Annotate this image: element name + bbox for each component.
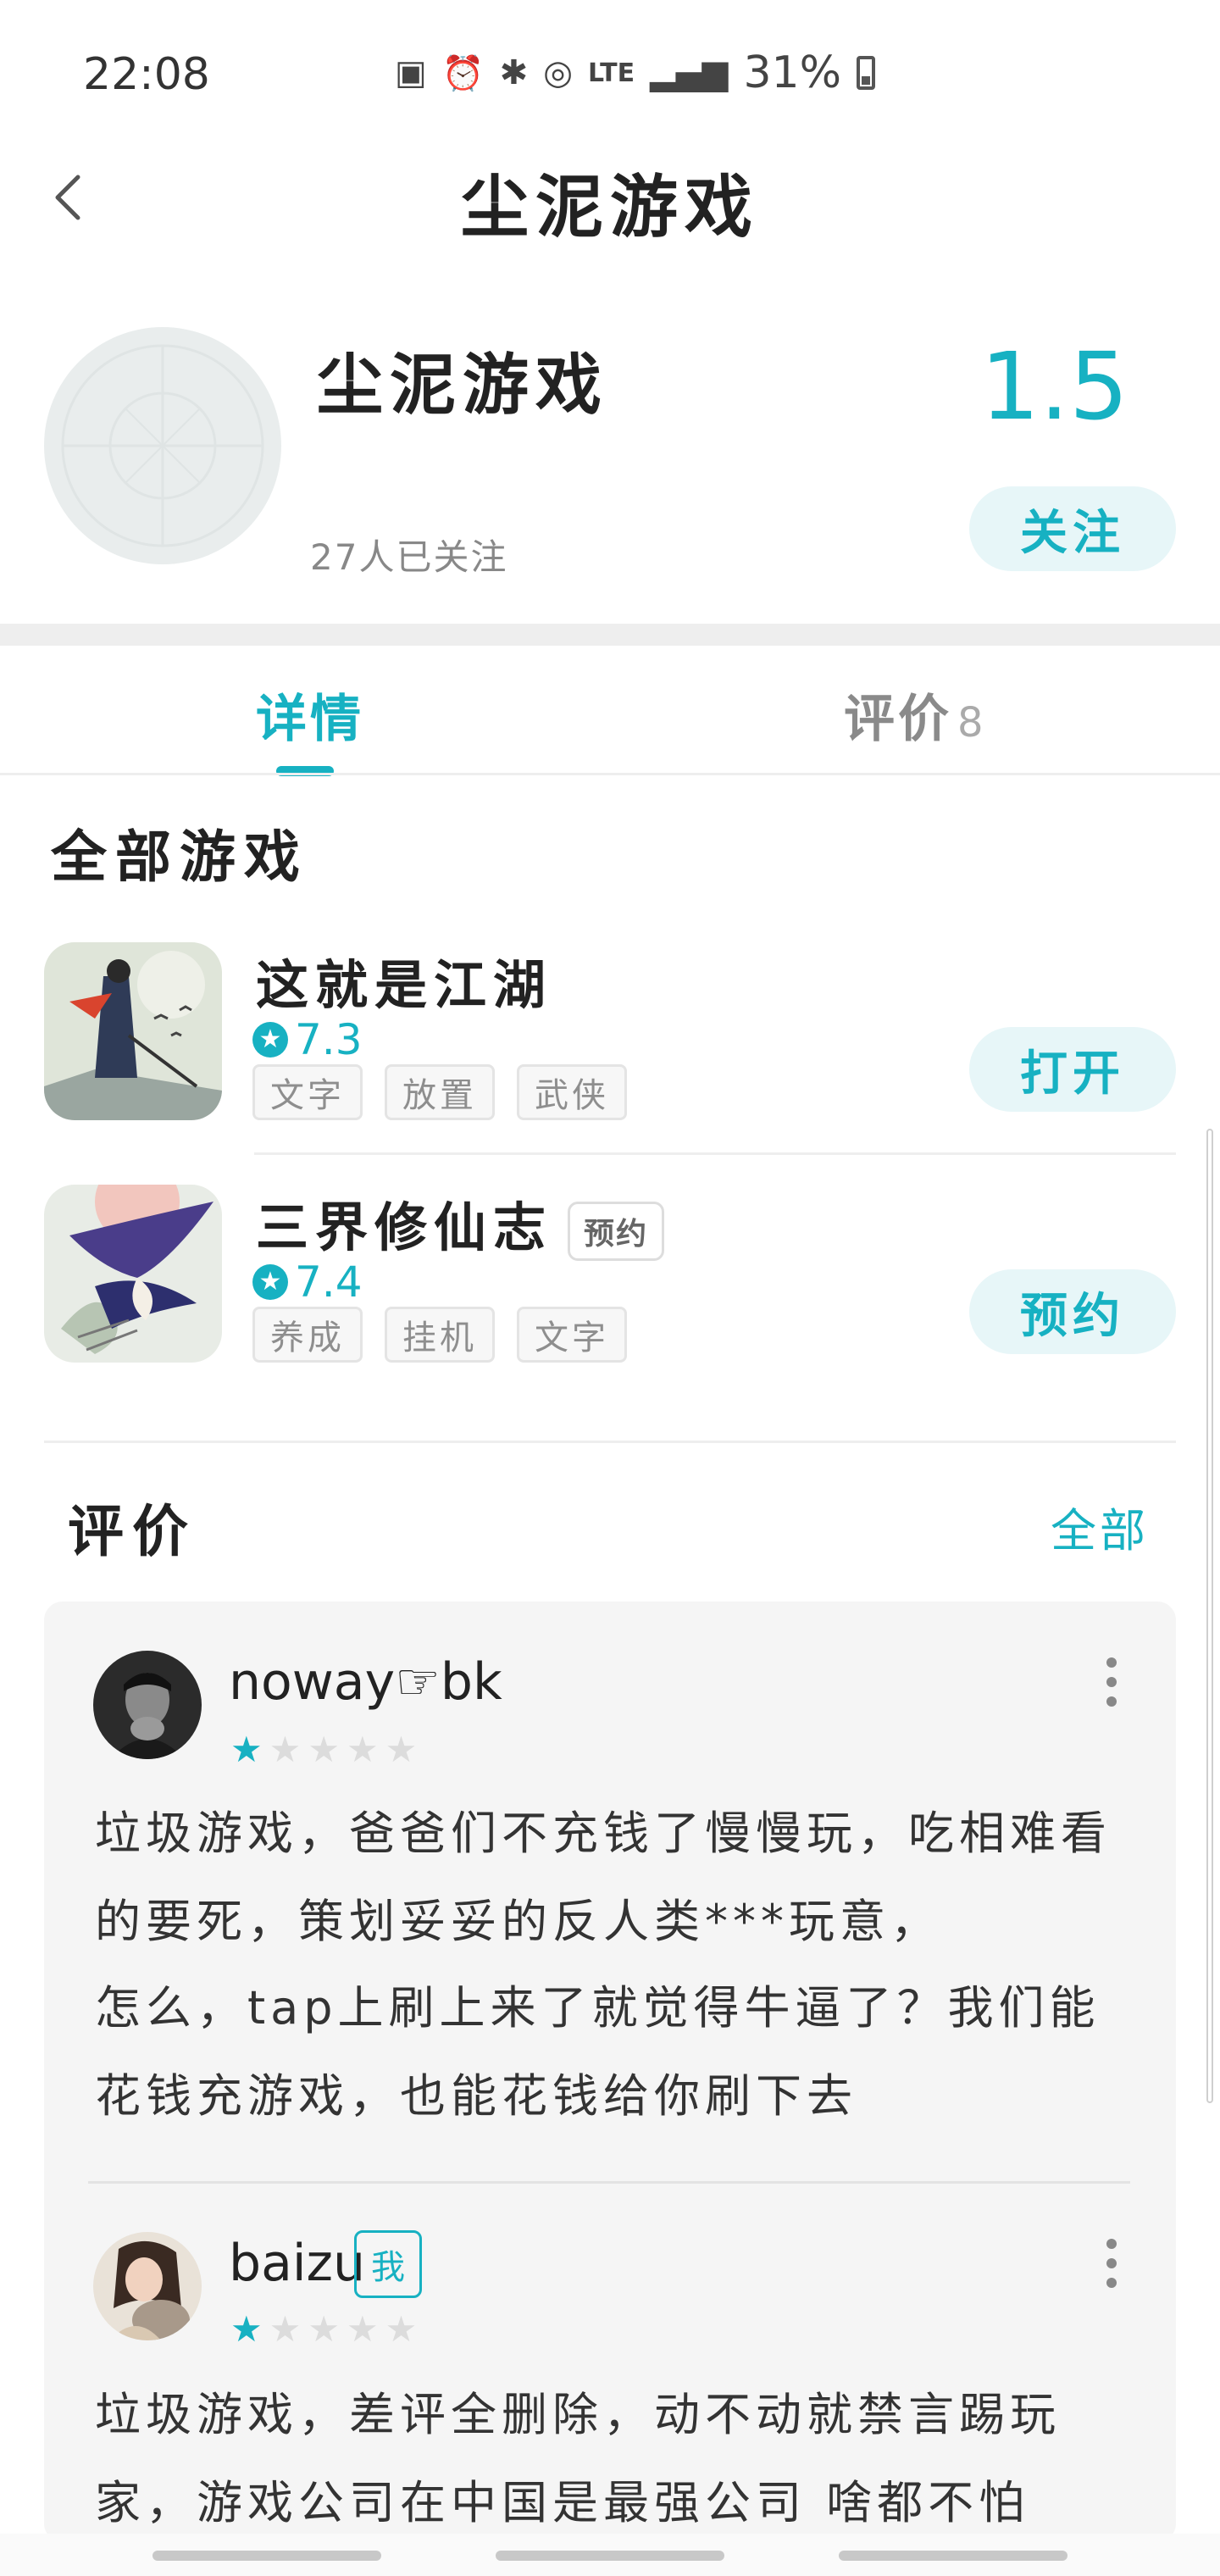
dot-icon <box>1106 1696 1117 1707</box>
game-rating-value: 7.4 <box>295 1257 363 1307</box>
star-icon: ★ <box>230 2308 263 2350</box>
notification-icon: ▣ <box>395 53 427 92</box>
publisher-avatar <box>44 327 281 564</box>
nav-recents-button[interactable] <box>152 2551 381 2561</box>
dot-icon <box>1106 2239 1117 2249</box>
game-icon-jianghu[interactable] <box>44 942 222 1120</box>
all-games-title: 全部游戏 <box>51 824 308 890</box>
star-icon: ★ <box>269 1729 302 1770</box>
reviews-title: 评价 <box>68 1499 197 1564</box>
tab-detail[interactable]: 详情 <box>256 678 364 752</box>
publisher-score: 1.5 <box>980 332 1128 441</box>
nav-back-button[interactable] <box>839 2551 1068 2561</box>
review-stars: ★ ★ ★ ★ ★ <box>230 2308 417 2350</box>
game-icon-sanjie[interactable] <box>44 1185 222 1363</box>
alarm-icon: ⏰ <box>441 53 485 93</box>
game-tag[interactable]: 文字 <box>517 1307 627 1363</box>
hotspot-icon: ◎ <box>543 53 574 92</box>
game-tags-sanjie: 养成 挂机 文字 <box>252 1307 627 1363</box>
tab-reviews-count: 8 <box>957 699 987 747</box>
review-text: 怎么，tap上刷上来了就觉得牛逼了？我们能花钱充游戏，也能花钱给你刷下去 <box>95 1981 1101 2123</box>
signal-icon: ▂▄▆ <box>650 53 729 92</box>
star-icon: ★ <box>308 2308 340 2350</box>
network-type: LTE <box>588 58 635 88</box>
status-icons: ▣ ⏰ ✱ ◎ LTE ▂▄▆ 31% <box>395 47 876 98</box>
star-circle-icon: ★ <box>252 1022 288 1058</box>
page-title: 尘泥游戏 <box>461 168 759 247</box>
star-icon: ★ <box>385 1729 418 1770</box>
tabs-divider <box>0 773 1220 775</box>
more-options-button[interactable] <box>1095 1652 1128 1712</box>
star-icon: ★ <box>269 2308 302 2350</box>
preorder-game-button[interactable]: 预约 <box>969 1269 1176 1354</box>
review-stars: ★ ★ ★ ★ ★ <box>230 1729 417 1770</box>
game-row-divider <box>254 1152 1176 1155</box>
dot-icon <box>1106 1677 1117 1687</box>
bluetooth-icon: ✱ <box>499 53 529 92</box>
game-rating-sanjie: ★ 7.4 <box>252 1257 363 1307</box>
preorder-badge: 预约 <box>568 1201 665 1261</box>
status-bar: 22:08 ▣ ⏰ ✱ ◎ LTE ▂▄▆ 31% <box>0 0 1220 144</box>
section-separator <box>44 1441 1176 1443</box>
battery-percent: 31% <box>743 47 842 98</box>
publisher-followers: 27人已关注 <box>310 536 508 578</box>
game-tags-jianghu: 文字 放置 武侠 <box>252 1064 627 1120</box>
avatar[interactable] <box>93 1651 202 1759</box>
review-username[interactable]: noway☞bk <box>229 1652 502 1712</box>
star-icon: ★ <box>346 2308 379 2350</box>
game-title-sanjie[interactable]: 三界修仙志 预约 <box>256 1185 665 1261</box>
dot-icon <box>1106 2258 1117 2268</box>
star-icon: ★ <box>308 1729 340 1770</box>
tab-reviews[interactable]: 评价 8 <box>844 678 987 752</box>
section-divider <box>0 624 1220 646</box>
status-time: 22:08 <box>83 49 210 100</box>
nav-home-button[interactable] <box>496 2551 724 2561</box>
follow-button[interactable]: 关注 <box>969 486 1176 571</box>
game-rating-jianghu: ★ 7.3 <box>252 1015 363 1064</box>
game-title-jianghu[interactable]: 这就是江湖 <box>256 942 552 1019</box>
star-icon: ★ <box>346 1729 379 1770</box>
system-nav-bar <box>0 2534 1220 2576</box>
star-circle-icon: ★ <box>252 1264 288 1300</box>
reviews-all-link[interactable]: 全部 <box>1051 1493 1149 1560</box>
review-username[interactable]: baizu <box>229 2234 365 2293</box>
game-rating-value: 7.3 <box>295 1015 363 1064</box>
game-tag[interactable]: 养成 <box>252 1307 363 1363</box>
publisher-name: 尘泥游戏 <box>317 347 609 424</box>
me-badge: 我 <box>354 2230 422 2298</box>
game-tag[interactable]: 放置 <box>385 1064 495 1120</box>
game-title-sanjie-text: 三界修仙志 <box>256 1196 553 1258</box>
avatar[interactable] <box>93 2232 202 2340</box>
review-text: 垃圾游戏，差评全删除，动不动就禁言踢玩家，游戏公司在中国是最强公司 啥都不怕 <box>95 2388 1061 2529</box>
tab-reviews-label: 评价 <box>844 690 952 749</box>
review-text: 垃圾游戏，爸爸们不充钱了慢慢玩，吃相难看的要死，策划妥妥的反人类***玩意， <box>95 1807 1112 1948</box>
open-game-button[interactable]: 打开 <box>969 1027 1176 1112</box>
scrollbar[interactable] <box>1206 1129 1213 2103</box>
dot-icon <box>1106 2278 1117 2288</box>
review-divider <box>88 2181 1130 2184</box>
dot-icon <box>1106 1657 1117 1668</box>
game-tag[interactable]: 挂机 <box>385 1307 495 1363</box>
game-tag[interactable]: 武侠 <box>517 1064 627 1120</box>
star-icon: ★ <box>230 1729 263 1770</box>
star-icon: ★ <box>385 2308 418 2350</box>
battery-icon <box>857 56 876 90</box>
more-options-button[interactable] <box>1095 2234 1128 2293</box>
game-tag[interactable]: 文字 <box>252 1064 363 1120</box>
